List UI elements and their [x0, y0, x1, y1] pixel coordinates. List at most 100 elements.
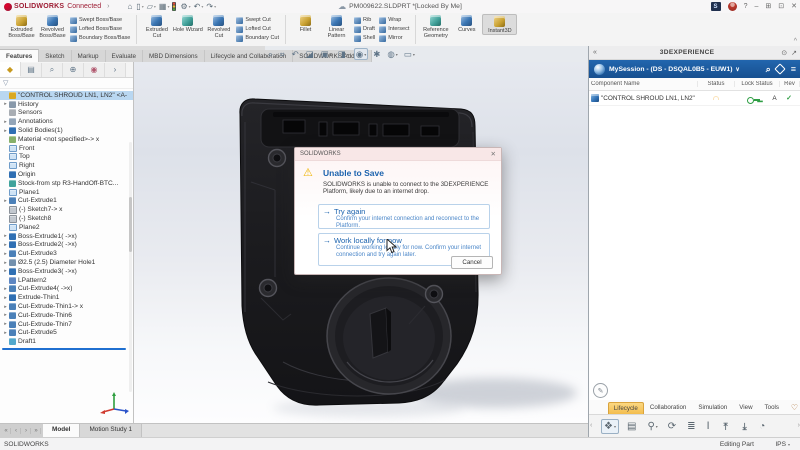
expand-arrow-icon[interactable]: ▸ — [2, 286, 9, 292]
expand-arrow-icon[interactable]: ▸ — [2, 251, 9, 257]
lifecycle-tool-button[interactable]: ⇤ — [719, 420, 732, 433]
user-avatar[interactable] — [728, 2, 737, 11]
cancel-button[interactable]: Cancel — [451, 256, 493, 269]
lifecycle-tool-button[interactable]: ⟳ — [666, 420, 679, 433]
tag-icon[interactable] — [774, 63, 785, 74]
reference-geometry-button[interactable]: Reference Geometry — [420, 14, 451, 39]
tree-item[interactable]: ▸ Boss-Extrude1( ->x) — [0, 232, 133, 241]
tab-scroll-icon[interactable]: ‹ — [12, 428, 21, 434]
tree-item[interactable]: Material <not specified>-> x — [0, 135, 133, 144]
expand-arrow-icon[interactable]: ▸ — [2, 304, 9, 310]
favorites-heart-icon[interactable]: ♡ — [791, 403, 798, 412]
quick-access-button[interactable]: ⌂ — [127, 3, 133, 11]
panel-bottom-tab[interactable]: Tools — [759, 401, 785, 414]
tree-item[interactable]: Top — [0, 153, 133, 162]
tree-item[interactable]: ▸ Cut-Extrude-Thin1-> x — [0, 302, 133, 311]
lifecycle-tool-button[interactable]: ⚲ ▾ — [645, 420, 659, 433]
tree-scrollbar-thumb[interactable] — [129, 197, 132, 252]
panel-options-icon[interactable]: ⊙ — [781, 49, 787, 57]
lifecycle-tool-button[interactable]: ⇥ — [738, 420, 751, 433]
quick-access-button[interactable]: ↶ ▾ — [194, 3, 204, 11]
expand-arrow-icon[interactable]: ▸ — [2, 101, 9, 107]
expand-arrow-icon[interactable]: ▸ — [2, 198, 9, 204]
revolved-boss-base-button[interactable]: Revolved Boss/Base — [37, 14, 68, 39]
tree-item[interactable]: ▸ Cut-Extrude3 — [0, 249, 133, 258]
tree-scrollbar[interactable] — [129, 142, 132, 392]
panel-bottom-tab[interactable]: Collaboration — [644, 401, 692, 414]
component-row[interactable]: "CONTROL SHROUD LN1, LN2" A ✓ — [589, 91, 800, 106]
panel-bottom-tab[interactable]: Lifecycle — [608, 402, 644, 414]
mysession-title[interactable]: MySession - (DS - DSQAL0B5 - EUW1) ∨ — [609, 66, 757, 73]
extruded-boss-base-button[interactable]: Extruded Boss/Base — [6, 14, 37, 39]
expand-arrow-icon[interactable]: ▸ — [2, 321, 9, 327]
heads-up-button[interactable]: ◉ ▾ — [354, 48, 368, 60]
search-icon[interactable]: ⌕ — [766, 64, 771, 75]
lifecycle-tool-button[interactable]: ▤ — [625, 420, 639, 433]
tree-item[interactable]: Origin — [0, 170, 133, 179]
expand-arrow-icon[interactable]: ▸ — [2, 242, 9, 248]
tree-item[interactable]: Front — [0, 144, 133, 153]
ribbon-small-button[interactable]: Intersect — [379, 25, 409, 33]
undock-icon[interactable]: ↗ — [791, 49, 797, 57]
tree-filter[interactable]: ▽ — [0, 78, 133, 89]
ribbon-small-button[interactable]: Draft — [354, 25, 375, 33]
expand-arrow-icon[interactable]: ▸ — [2, 330, 9, 336]
tree-item[interactable]: Sensors — [0, 109, 133, 118]
command-tab[interactable]: Evaluate — [106, 50, 144, 62]
tree-item[interactable]: ▸ Cut-Extrude-Thin6 — [0, 311, 133, 320]
tree-item[interactable]: (-) Sketch7-> x — [0, 205, 133, 214]
ribbon-small-button[interactable]: Swept Boss/Base — [70, 16, 130, 24]
ribbon-small-button[interactable]: Swept Cut — [236, 16, 279, 24]
heads-up-button[interactable]: ▣ ▾ — [320, 49, 333, 59]
panel-tab[interactable]: ▤ — [21, 63, 42, 77]
tree-item[interactable]: ▸ Cut-Extrude-Thin7 — [0, 320, 133, 329]
panel-tab[interactable]: ◆ — [0, 62, 21, 77]
tree-item[interactable]: Draft1 — [0, 337, 133, 346]
brand-expand-icon[interactable]: › — [107, 3, 109, 10]
try-again-option[interactable]: → Try again Confirm your internet connec… — [318, 204, 490, 229]
expand-arrow-icon[interactable]: ▸ — [2, 268, 9, 274]
quick-access-button[interactable]: ▦ ▾ — [159, 3, 170, 11]
threedexperience-compass-icon[interactable]: S — [711, 2, 721, 11]
panel-tab[interactable]: ⌕ — [42, 63, 63, 77]
lifecycle-tool-button[interactable]: ≣ — [685, 420, 698, 433]
lifecycle-tool-button[interactable]: Ⅰ — [705, 420, 713, 433]
tree-item[interactable]: ▸ Cut-Extrude1 — [0, 197, 133, 206]
lifecycle-tool-button[interactable]: ❖ ▾ — [601, 419, 619, 434]
heads-up-button[interactable]: ⌕ — [267, 49, 275, 59]
panel-bottom-tab[interactable]: Simulation — [692, 401, 733, 414]
heads-up-button[interactable]: ◨ ▾ — [337, 49, 350, 59]
tree-item[interactable]: (-) Sketch8 — [0, 214, 133, 223]
menu-icon[interactable]: ≡ — [791, 64, 796, 74]
command-tab[interactable]: Markup — [72, 50, 106, 62]
command-tab[interactable]: Features — [0, 49, 39, 62]
tree-item[interactable]: ▸ Cut-Extrude5 — [0, 329, 133, 338]
ribbon-collapse-icon[interactable]: ^ — [794, 38, 797, 45]
comment-bubble-icon[interactable]: ✎ — [593, 383, 608, 398]
heads-up-button[interactable]: ▭ ▾ — [403, 49, 416, 59]
command-tab[interactable]: MBD Dimensions — [143, 50, 205, 62]
tree-item[interactable]: ▸ Boss-Extrude3( ->x) — [0, 267, 133, 276]
expand-arrow-icon[interactable]: ▸ — [2, 260, 9, 266]
restore-button[interactable]: ⊡ — [778, 0, 784, 13]
panel-bottom-tab[interactable]: View — [733, 401, 758, 414]
fillet-button[interactable]: Fillet — [290, 14, 321, 33]
ribbon-small-button[interactable]: Rib — [354, 16, 375, 24]
ribbon-small-button[interactable]: Boundary Boss/Base — [70, 34, 130, 42]
quick-access-button[interactable]: ↷ ▾ — [206, 3, 216, 11]
tree-item[interactable]: ▸ Boss-Extrude2( ->x) — [0, 241, 133, 250]
ribbon-small-button[interactable]: Lofted Boss/Base — [70, 25, 130, 33]
ribbon-small-button[interactable]: Lofted Cut — [236, 25, 279, 33]
tab-scroll-icon[interactable]: › — [22, 428, 31, 434]
tree-item[interactable]: Plane1 — [0, 188, 133, 197]
quick-access-button[interactable]: ▯ ▾ — [136, 3, 143, 11]
instant3d-button[interactable]: Instant3D — [482, 14, 517, 35]
dialog-close-icon[interactable]: ✕ — [491, 150, 496, 158]
panel-tab[interactable]: › — [105, 63, 126, 77]
heads-up-button[interactable]: ◪ — [305, 49, 316, 59]
expand-arrow-icon[interactable]: ▸ — [2, 312, 9, 318]
model-tab[interactable]: Model — [43, 424, 80, 438]
panel-tab[interactable]: ◉ — [84, 63, 105, 77]
lifecycle-tool-button[interactable]: ◔ — [757, 420, 768, 433]
heads-up-button[interactable]: ◍ ▾ — [386, 49, 398, 59]
